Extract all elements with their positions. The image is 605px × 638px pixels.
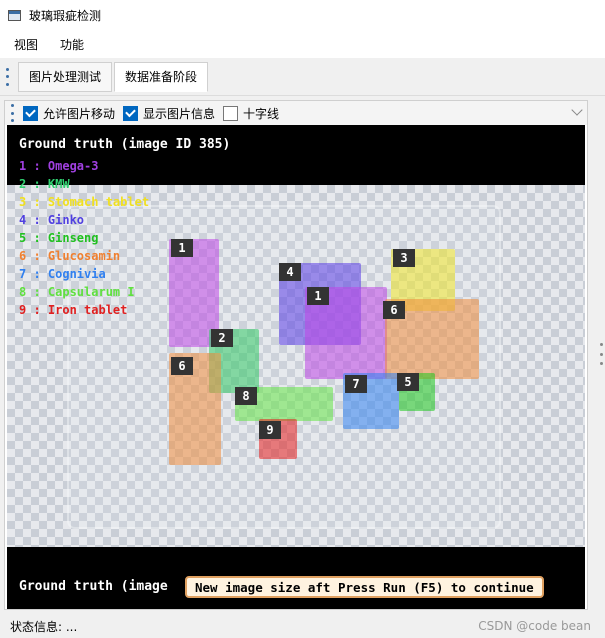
detection-label: 2 <box>211 329 233 347</box>
status-text: 状态信息: ... <box>10 619 78 634</box>
legend-item: 2 : KMW <box>19 177 70 191</box>
tab-bar: 图片处理测试 数据准备阶段 <box>0 58 605 96</box>
toolbar-grip-icon[interactable] <box>6 67 10 86</box>
detection-label: 4 <box>279 263 301 281</box>
overlay-bottom-title: Ground truth (image <box>19 579 168 594</box>
legend-item: 5 : Ginseng <box>19 231 99 245</box>
tab-data-preparation[interactable]: 数据准备阶段 <box>114 61 209 92</box>
menu-view[interactable]: 视图 <box>6 36 46 53</box>
image-viewer[interactable]: Ground truth (image ID 385) 1 : Omega-3 … <box>7 125 585 609</box>
menu-function[interactable]: 功能 <box>52 36 92 53</box>
class-legend: 1 : Omega-3 2 : KMW 3 : Stomach tablet 4… <box>19 157 149 319</box>
viewer-toolbar: 允许图片移动 显示图片信息 十字线 <box>5 101 587 125</box>
toolbar-grip-icon[interactable] <box>11 104 15 122</box>
legend-item: 6 : Glucosamin <box>19 249 121 263</box>
image-panel: 允许图片移动 显示图片信息 十字线 Ground truth (image ID… <box>4 100 588 610</box>
show-info-checkbox[interactable] <box>123 105 139 121</box>
allow-move-checkbox[interactable] <box>23 105 38 121</box>
notification-toast: New image size aft Press Run (F5) to con… <box>185 576 544 598</box>
legend-item: 4 : Ginko <box>19 213 85 227</box>
menu-bar: 视图 功能 <box>0 30 605 58</box>
detection-label: 3 <box>393 249 415 267</box>
overlay-title: Ground truth (image ID 385) <box>19 137 231 152</box>
chevron-down-icon[interactable] <box>571 104 583 116</box>
detection-label: 7 <box>345 375 367 393</box>
legend-item: 3 : Stomach tablet <box>19 195 150 209</box>
detection-label: 5 <box>397 373 419 391</box>
show-info-label: 显示图片信息 <box>143 106 216 121</box>
window-title: 玻璃瑕疵检测 <box>29 8 102 23</box>
legend-item: 1 : Omega-3 <box>19 159 99 173</box>
crosshair-checkbox[interactable] <box>223 105 239 121</box>
detection-label: 6 <box>383 301 405 319</box>
detection-label: 6 <box>171 357 193 375</box>
window-icon <box>8 9 21 21</box>
status-bar: 状态信息: ... CSDN @code bean <box>0 614 605 638</box>
detection-label: 1 <box>307 287 329 305</box>
legend-item: 9 : Iron tablet <box>19 303 128 317</box>
detection-label: 9 <box>259 421 281 439</box>
detection-label: 8 <box>235 387 257 405</box>
allow-move-label: 允许图片移动 <box>43 106 116 121</box>
title-bar: 玻璃瑕疵检测 <box>0 0 605 30</box>
dock-splitter-handle[interactable] <box>600 343 604 365</box>
legend-item: 7 : Cognivia <box>19 267 106 281</box>
legend-item: 8 : Capsularum I <box>19 285 135 299</box>
crosshair-label: 十字线 <box>243 106 280 121</box>
tab-image-processing[interactable]: 图片处理测试 <box>18 61 113 92</box>
watermark: CSDN @code bean <box>478 619 591 633</box>
detection-label: 1 <box>171 239 193 257</box>
